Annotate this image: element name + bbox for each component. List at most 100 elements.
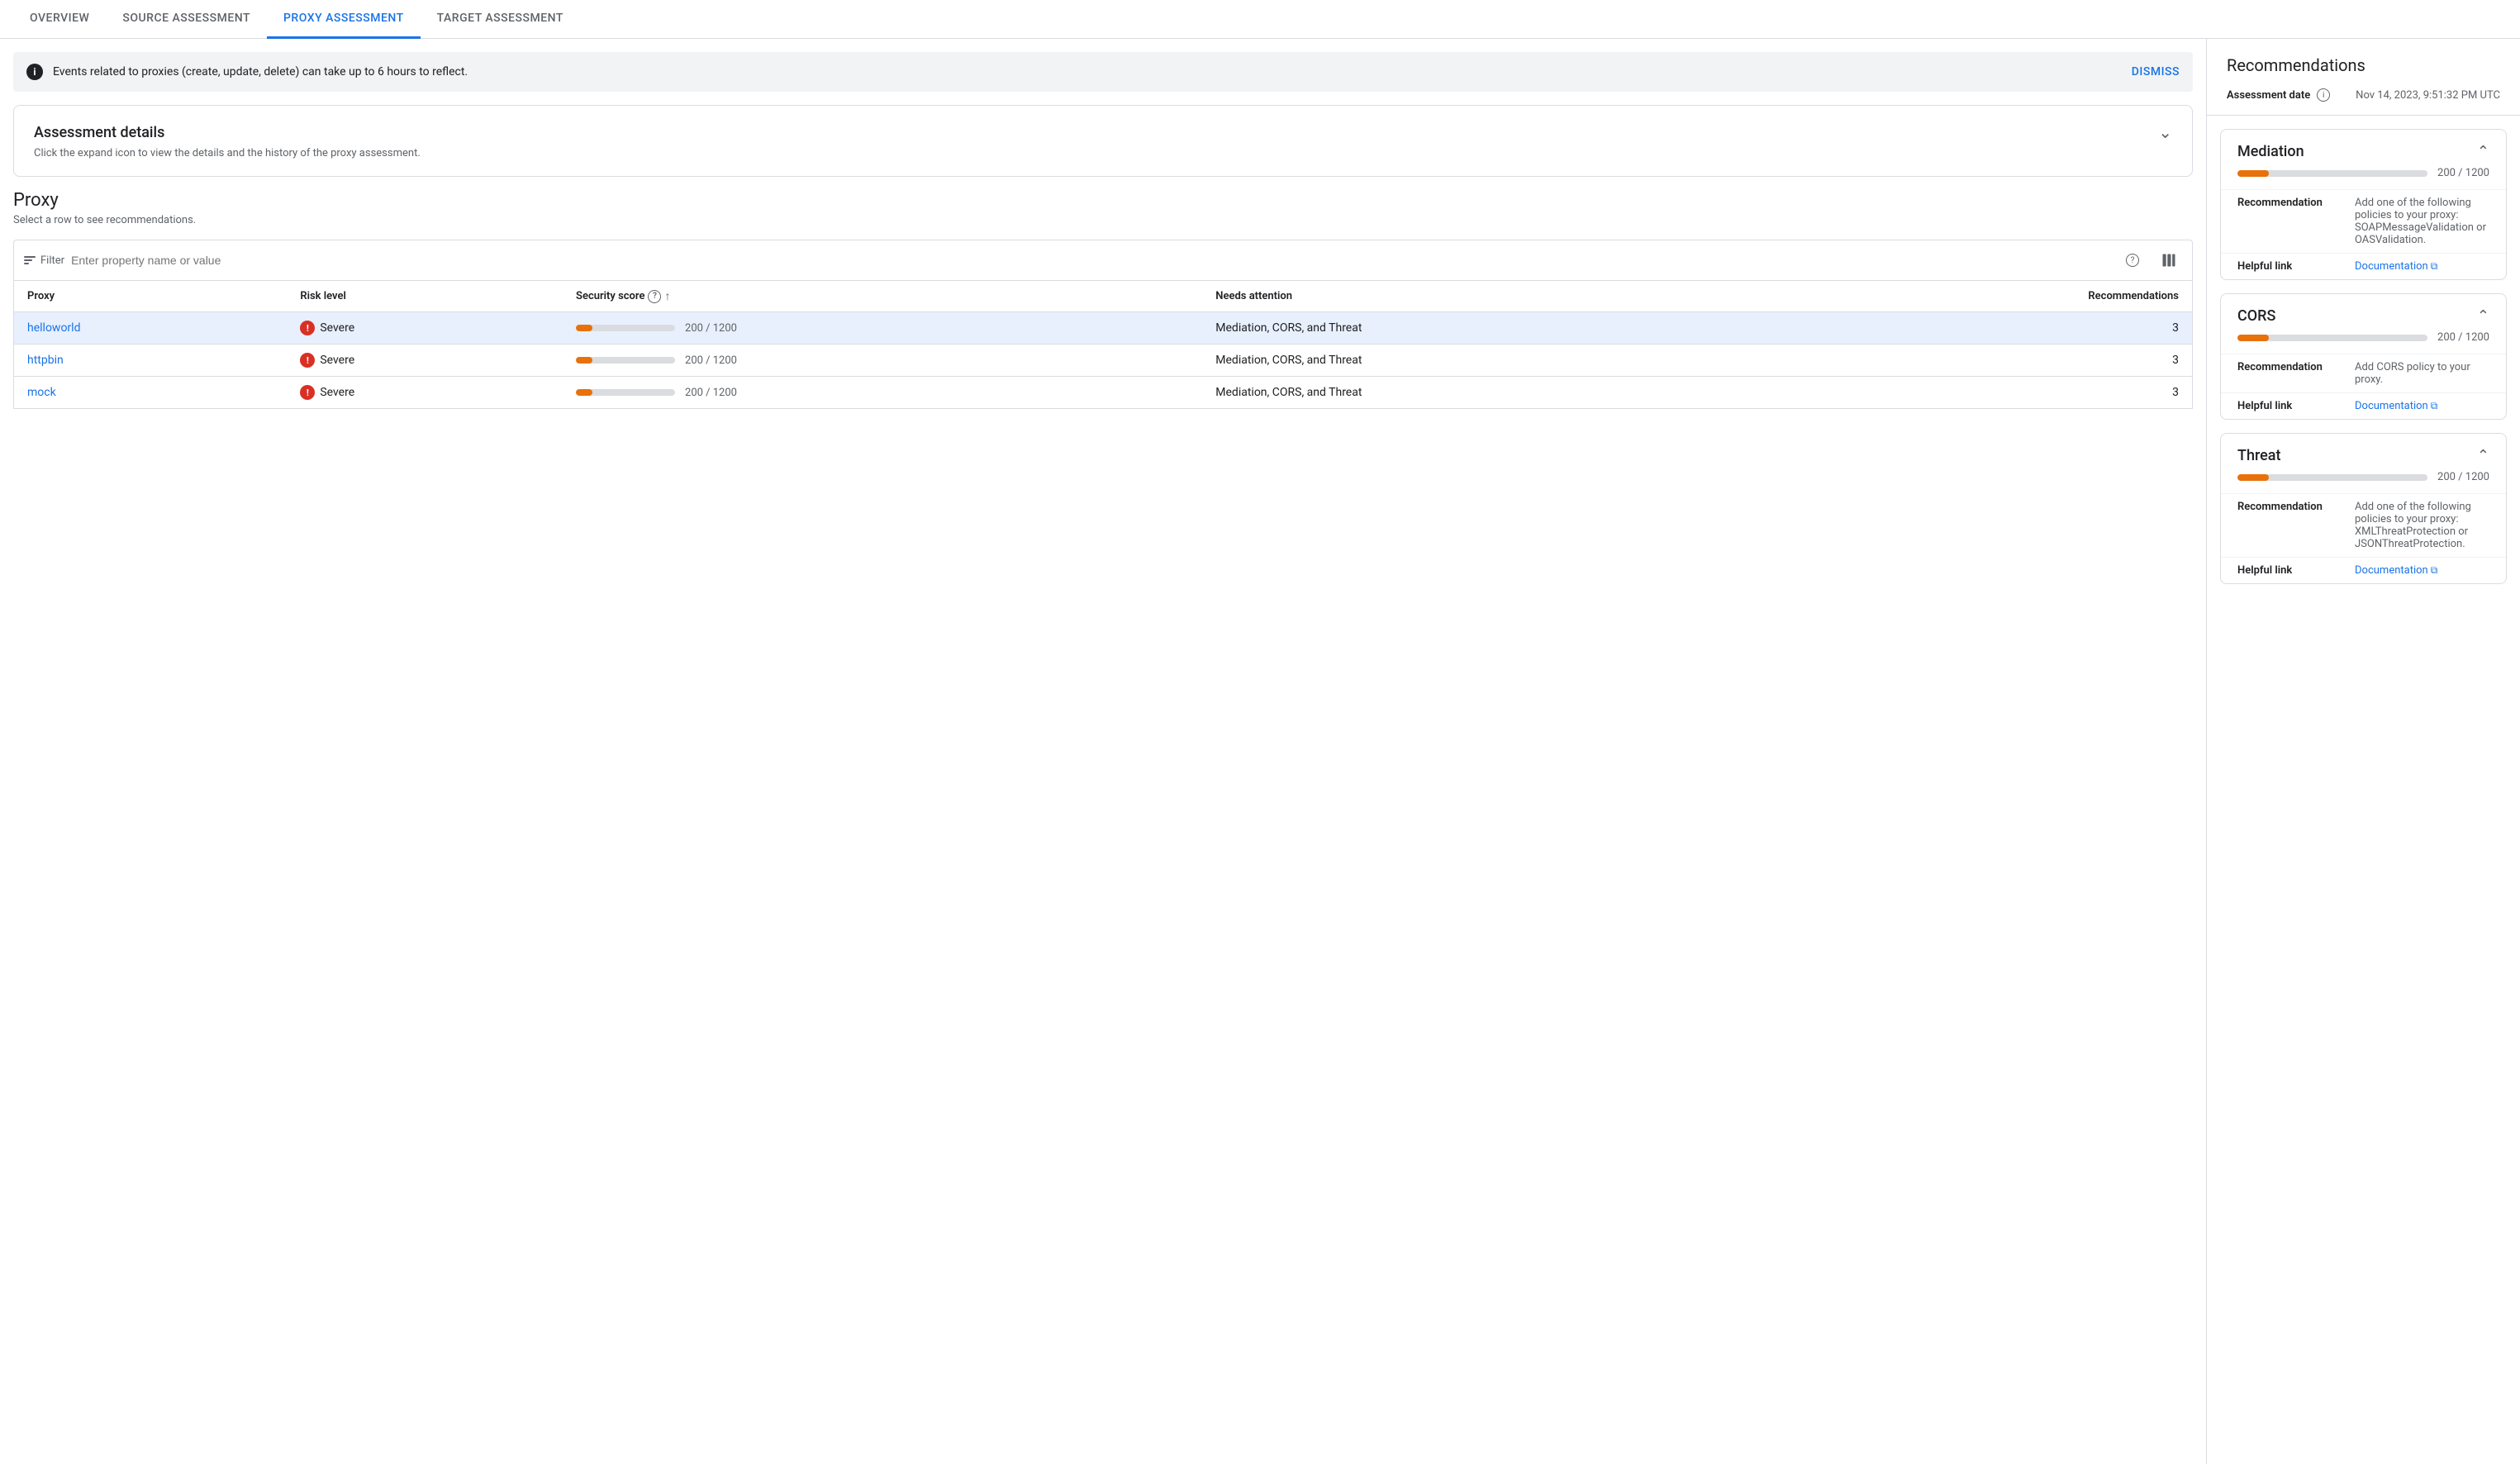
info-icon: i xyxy=(26,64,43,80)
nav-tab-target-assessment[interactable]: TARGET ASSESSMENT xyxy=(421,0,580,39)
left-content: i Events related to proxies (create, upd… xyxy=(0,39,2206,1464)
rec-score-bar xyxy=(2237,335,2427,341)
rec-card-header[interactable]: Mediation ⌃ xyxy=(2221,130,2506,167)
dismiss-button[interactable]: DISMISS xyxy=(2132,65,2180,78)
rec-card-header[interactable]: Threat ⌃ xyxy=(2221,434,2506,471)
rec-score-text: 200 / 1200 xyxy=(2437,167,2489,179)
assessment-details-chevron[interactable]: ⌄ xyxy=(2158,122,2172,142)
filter-label: Filter xyxy=(40,254,64,267)
rec-card-title: CORS xyxy=(2237,307,2275,325)
rec-helpful-link-row: Helpful link Documentation ⧉ xyxy=(2221,392,2506,419)
score-cell: 200 / 1200 xyxy=(563,345,1202,377)
external-link-icon: ⧉ xyxy=(2431,564,2438,577)
proxy-link[interactable]: httpbin xyxy=(27,354,64,367)
risk-label: Severe xyxy=(320,321,354,335)
table-row[interactable]: httpbin Severe 200 / 1200 Mediation, COR… xyxy=(14,345,2193,377)
proxy-name-cell: helloworld xyxy=(14,312,288,345)
help-button[interactable]: ? xyxy=(2119,247,2146,273)
rec-card: CORS ⌃ 200 / 1200 Recommendation Add COR… xyxy=(2220,293,2507,420)
assessment-date-value: Nov 14, 2023, 9:51:32 PM UTC xyxy=(2356,89,2500,102)
rec-card-chevron: ⌃ xyxy=(2477,447,2489,464)
proxy-name-cell: mock xyxy=(14,377,288,409)
rec-score-text: 200 / 1200 xyxy=(2437,331,2489,344)
rec-card-title: Threat xyxy=(2237,447,2281,464)
score-bar xyxy=(576,357,675,364)
table-row[interactable]: mock Severe 200 / 1200 Mediation, CORS, … xyxy=(14,377,2193,409)
rec-documentation-link[interactable]: Documentation ⧉ xyxy=(2355,260,2437,273)
rec-documentation-link[interactable]: Documentation ⧉ xyxy=(2355,400,2437,412)
recommendations-count-cell: 3 xyxy=(1792,345,2193,377)
nav-tab-proxy-assessment[interactable]: PROXY ASSESSMENT xyxy=(267,0,421,39)
proxy-table: Proxy Risk level Security score ? ↑ Need… xyxy=(13,280,2193,409)
rec-helpful-link-row: Helpful link Documentation ⧉ xyxy=(2221,557,2506,583)
rec-recommendation-label: Recommendation xyxy=(2237,501,2345,550)
score-bar xyxy=(576,389,675,396)
recommendations-count-cell: 3 xyxy=(1792,377,2193,409)
nav-tab-source-assessment[interactable]: SOURCE ASSESSMENT xyxy=(106,0,267,39)
rec-recommendation-row: Recommendation Add one of the following … xyxy=(2221,189,2506,253)
rec-score-row: 200 / 1200 xyxy=(2221,331,2506,354)
rec-card-title: Mediation xyxy=(2237,143,2304,160)
rec-recommendation-value: Add one of the following policies to you… xyxy=(2355,197,2489,246)
rec-helpful-link-row: Helpful link Documentation ⧉ xyxy=(2221,253,2506,279)
needs-attention-cell: Mediation, CORS, and Threat xyxy=(1202,345,1791,377)
security-score-help-icon[interactable]: ? xyxy=(648,290,661,303)
assessment-date-row: Assessment date i Nov 14, 2023, 9:51:32 … xyxy=(2207,82,2520,116)
col-recommendations: Recommendations xyxy=(1792,281,2193,312)
assessment-details-card: Assessment details ⌄ Click the expand ic… xyxy=(13,105,2193,177)
rec-score-text: 200 / 1200 xyxy=(2437,471,2489,483)
risk-label: Severe xyxy=(320,354,354,367)
rec-documentation-link[interactable]: Documentation ⧉ xyxy=(2355,564,2437,577)
risk-level-cell: Severe xyxy=(287,377,563,409)
filter-bar: Filter ? xyxy=(13,240,2193,280)
risk-level-cell: Severe xyxy=(287,312,563,345)
filter-input[interactable] xyxy=(71,254,2113,267)
proxy-link[interactable]: helloworld xyxy=(27,321,80,335)
rec-recommendation-row: Recommendation Add CORS policy to your p… xyxy=(2221,354,2506,392)
rec-recommendation-label: Recommendation xyxy=(2237,361,2345,386)
filter-lines-icon xyxy=(24,256,36,264)
rec-recommendation-label: Recommendation xyxy=(2237,197,2345,246)
risk-label: Severe xyxy=(320,386,354,399)
rec-card-header[interactable]: CORS ⌃ xyxy=(2221,294,2506,331)
assessment-details-subtitle: Click the expand icon to view the detail… xyxy=(34,147,2172,159)
rec-card-chevron: ⌃ xyxy=(2477,307,2489,325)
assessment-date-help-icon[interactable]: i xyxy=(2317,88,2330,102)
col-proxy: Proxy xyxy=(14,281,288,312)
recommendations-count-cell: 3 xyxy=(1792,312,2193,345)
right-panel: Recommendations Assessment date i Nov 14… xyxy=(2206,39,2520,1464)
filter-actions: ? xyxy=(2119,247,2182,273)
score-bar xyxy=(576,325,675,331)
columns-button[interactable] xyxy=(2156,247,2182,273)
risk-severe-icon xyxy=(300,385,315,400)
rec-helpful-link-label: Helpful link xyxy=(2237,400,2345,412)
col-risk-level: Risk level xyxy=(287,281,563,312)
nav-tabs: OVERVIEWSOURCE ASSESSMENTPROXY ASSESSMEN… xyxy=(0,0,2520,39)
right-panel-title: Recommendations xyxy=(2207,39,2520,82)
rec-score-row: 200 / 1200 xyxy=(2221,471,2506,493)
rec-card: Mediation ⌃ 200 / 1200 Recommendation Ad… xyxy=(2220,129,2507,280)
sort-icon[interactable]: ↑ xyxy=(664,289,670,303)
score-text: 200 / 1200 xyxy=(685,354,737,367)
risk-level-cell: Severe xyxy=(287,345,563,377)
assessment-details-title: Assessment details xyxy=(34,124,164,141)
needs-attention-cell: Mediation, CORS, and Threat xyxy=(1202,312,1791,345)
info-banner-text: Events related to proxies (create, updat… xyxy=(53,65,2122,78)
score-text: 200 / 1200 xyxy=(685,322,737,335)
proxy-section: Proxy Select a row to see recommendation… xyxy=(13,190,2193,409)
rec-recommendation-value: Add CORS policy to your proxy. xyxy=(2355,361,2489,386)
rec-recommendation-value: Add one of the following policies to you… xyxy=(2355,501,2489,550)
rec-card: Threat ⌃ 200 / 1200 Recommendation Add o… xyxy=(2220,433,2507,584)
score-cell: 200 / 1200 xyxy=(563,377,1202,409)
rec-score-bar xyxy=(2237,474,2427,481)
proxy-subtitle: Select a row to see recommendations. xyxy=(13,214,2193,226)
table-row[interactable]: helloworld Severe 200 / 1200 Mediation, … xyxy=(14,312,2193,345)
rec-helpful-link-label: Helpful link xyxy=(2237,260,2345,273)
score-cell: 200 / 1200 xyxy=(563,312,1202,345)
risk-severe-icon xyxy=(300,353,315,368)
rec-helpful-link-label: Helpful link xyxy=(2237,564,2345,577)
proxy-link[interactable]: mock xyxy=(27,386,56,399)
external-link-icon: ⧉ xyxy=(2431,400,2438,412)
nav-tab-overview[interactable]: OVERVIEW xyxy=(13,0,106,39)
proxy-name-cell: httpbin xyxy=(14,345,288,377)
